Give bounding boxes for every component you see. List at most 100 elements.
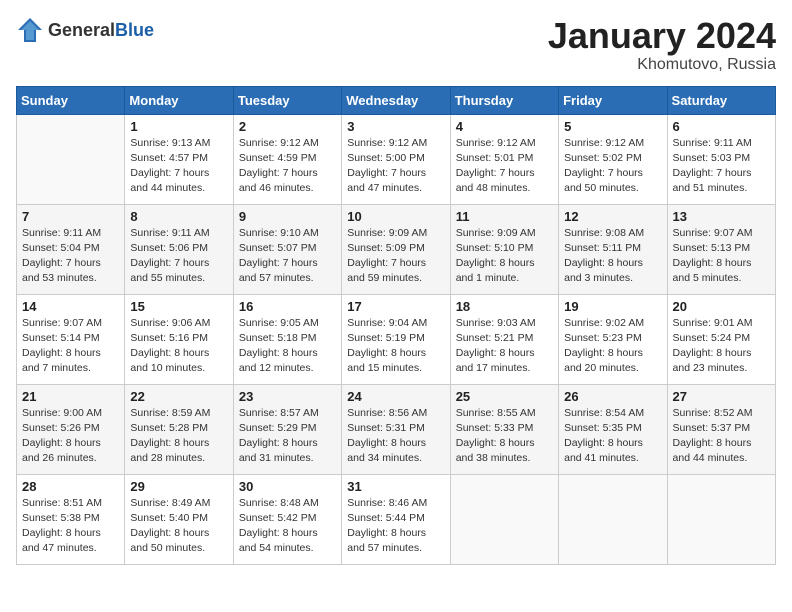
day-info: Sunrise: 9:11 AM Sunset: 5:04 PM Dayligh…	[22, 226, 119, 287]
day-info: Sunrise: 8:46 AM Sunset: 5:44 PM Dayligh…	[347, 496, 444, 557]
calendar-cell: 21Sunrise: 9:00 AM Sunset: 5:26 PM Dayli…	[17, 384, 125, 474]
calendar-cell: 24Sunrise: 8:56 AM Sunset: 5:31 PM Dayli…	[342, 384, 450, 474]
day-number: 11	[456, 209, 553, 224]
calendar-cell: 22Sunrise: 8:59 AM Sunset: 5:28 PM Dayli…	[125, 384, 233, 474]
day-info: Sunrise: 8:48 AM Sunset: 5:42 PM Dayligh…	[239, 496, 336, 557]
day-number: 21	[22, 389, 119, 404]
day-info: Sunrise: 9:12 AM Sunset: 5:02 PM Dayligh…	[564, 136, 661, 197]
day-info: Sunrise: 8:52 AM Sunset: 5:37 PM Dayligh…	[673, 406, 770, 467]
logo: GeneralBlue	[16, 16, 154, 44]
title-block: January 2024 Khomutovo, Russia	[548, 16, 776, 74]
calendar-cell: 3 Sunrise: 9:12 AM Sunset: 5:00 PM Daylig…	[342, 114, 450, 204]
calendar-header: SundayMondayTuesdayWednesdayThursdayFrid…	[17, 86, 776, 114]
calendar-week-row: 28 Sunrise: 8:51 AM Sunset: 5:38 PM Dayli…	[17, 474, 776, 564]
logo-icon	[16, 16, 44, 44]
calendar-cell	[450, 474, 558, 564]
calendar-cell: 30 Sunrise: 8:48 AM Sunset: 5:42 PM Dayli…	[233, 474, 341, 564]
calendar-cell	[559, 474, 667, 564]
day-number: 24	[347, 389, 444, 404]
calendar-cell	[667, 474, 775, 564]
calendar-week-row: 7 Sunrise: 9:11 AM Sunset: 5:04 PM Daylig…	[17, 204, 776, 294]
calendar-cell: 13Sunrise: 9:07 AM Sunset: 5:13 PM Dayli…	[667, 204, 775, 294]
day-info: Sunrise: 8:54 AM Sunset: 5:35 PM Dayligh…	[564, 406, 661, 467]
calendar-cell: 7 Sunrise: 9:11 AM Sunset: 5:04 PM Daylig…	[17, 204, 125, 294]
day-info: Sunrise: 9:12 AM Sunset: 5:00 PM Dayligh…	[347, 136, 444, 197]
day-info: Sunrise: 8:57 AM Sunset: 5:29 PM Dayligh…	[239, 406, 336, 467]
weekday-header-monday: Monday	[125, 86, 233, 114]
day-number: 7	[22, 209, 119, 224]
calendar-cell: 27 Sunrise: 8:52 AM Sunset: 5:37 PM Dayli…	[667, 384, 775, 474]
day-number: 30	[239, 479, 336, 494]
weekday-header-saturday: Saturday	[667, 86, 775, 114]
day-info: Sunrise: 9:07 AM Sunset: 5:14 PM Dayligh…	[22, 316, 119, 377]
day-number: 31	[347, 479, 444, 494]
day-number: 14	[22, 299, 119, 314]
day-number: 17	[347, 299, 444, 314]
day-info: Sunrise: 9:01 AM Sunset: 5:24 PM Dayligh…	[673, 316, 770, 377]
day-number: 5	[564, 119, 661, 134]
day-info: Sunrise: 9:09 AM Sunset: 5:09 PM Dayligh…	[347, 226, 444, 287]
calendar-cell: 15 Sunrise: 9:06 AM Sunset: 5:16 PM Dayli…	[125, 294, 233, 384]
calendar-cell: 12 Sunrise: 9:08 AM Sunset: 5:11 PM Dayli…	[559, 204, 667, 294]
day-number: 10	[347, 209, 444, 224]
day-number: 28	[22, 479, 119, 494]
day-number: 3	[347, 119, 444, 134]
day-info: Sunrise: 9:12 AM Sunset: 4:59 PM Dayligh…	[239, 136, 336, 197]
day-info: Sunrise: 8:55 AM Sunset: 5:33 PM Dayligh…	[456, 406, 553, 467]
calendar-cell: 29Sunrise: 8:49 AM Sunset: 5:40 PM Dayli…	[125, 474, 233, 564]
calendar-cell: 4Sunrise: 9:12 AM Sunset: 5:01 PM Daylig…	[450, 114, 558, 204]
calendar-cell: 23 Sunrise: 8:57 AM Sunset: 5:29 PM Dayli…	[233, 384, 341, 474]
day-info: Sunrise: 9:11 AM Sunset: 5:03 PM Dayligh…	[673, 136, 770, 197]
day-number: 15	[130, 299, 227, 314]
calendar-subtitle: Khomutovo, Russia	[548, 56, 776, 74]
logo-text-blue: Blue	[115, 20, 154, 40]
day-number: 22	[130, 389, 227, 404]
calendar-title: January 2024	[548, 16, 776, 56]
day-info: Sunrise: 9:09 AM Sunset: 5:10 PM Dayligh…	[456, 226, 553, 287]
weekday-header-wednesday: Wednesday	[342, 86, 450, 114]
day-number: 20	[673, 299, 770, 314]
day-info: Sunrise: 9:06 AM Sunset: 5:16 PM Dayligh…	[130, 316, 227, 377]
calendar-cell: 6 Sunrise: 9:11 AM Sunset: 5:03 PM Daylig…	[667, 114, 775, 204]
day-number: 6	[673, 119, 770, 134]
calendar-week-row: 14 Sunrise: 9:07 AM Sunset: 5:14 PM Dayli…	[17, 294, 776, 384]
day-number: 18	[456, 299, 553, 314]
calendar-cell: 25 Sunrise: 8:55 AM Sunset: 5:33 PM Dayli…	[450, 384, 558, 474]
calendar-cell: 5 Sunrise: 9:12 AM Sunset: 5:02 PM Daylig…	[559, 114, 667, 204]
day-number: 8	[130, 209, 227, 224]
day-number: 12	[564, 209, 661, 224]
day-number: 26	[564, 389, 661, 404]
day-info: Sunrise: 9:02 AM Sunset: 5:23 PM Dayligh…	[564, 316, 661, 377]
weekday-header-thursday: Thursday	[450, 86, 558, 114]
day-info: Sunrise: 9:03 AM Sunset: 5:21 PM Dayligh…	[456, 316, 553, 377]
calendar-cell: 9 Sunrise: 9:10 AM Sunset: 5:07 PM Daylig…	[233, 204, 341, 294]
calendar-cell: 11 Sunrise: 9:09 AM Sunset: 5:10 PM Dayli…	[450, 204, 558, 294]
calendar-cell: 16Sunrise: 9:05 AM Sunset: 5:18 PM Dayli…	[233, 294, 341, 384]
day-info: Sunrise: 9:11 AM Sunset: 5:06 PM Dayligh…	[130, 226, 227, 287]
day-number: 9	[239, 209, 336, 224]
day-number: 1	[130, 119, 227, 134]
calendar-table: SundayMondayTuesdayWednesdayThursdayFrid…	[16, 86, 776, 565]
calendar-cell: 18 Sunrise: 9:03 AM Sunset: 5:21 PM Dayli…	[450, 294, 558, 384]
day-number: 25	[456, 389, 553, 404]
page-header: GeneralBlue January 2024 Khomutovo, Russ…	[16, 16, 776, 74]
logo-text-general: General	[48, 20, 115, 40]
day-number: 27	[673, 389, 770, 404]
day-info: Sunrise: 9:08 AM Sunset: 5:11 PM Dayligh…	[564, 226, 661, 287]
calendar-cell: 10 Sunrise: 9:09 AM Sunset: 5:09 PM Dayli…	[342, 204, 450, 294]
calendar-cell: 8 Sunrise: 9:11 AM Sunset: 5:06 PM Daylig…	[125, 204, 233, 294]
day-info: Sunrise: 8:51 AM Sunset: 5:38 PM Dayligh…	[22, 496, 119, 557]
day-number: 4	[456, 119, 553, 134]
weekday-header-sunday: Sunday	[17, 86, 125, 114]
day-info: Sunrise: 9:10 AM Sunset: 5:07 PM Dayligh…	[239, 226, 336, 287]
day-number: 23	[239, 389, 336, 404]
day-info: Sunrise: 9:13 AM Sunset: 4:57 PM Dayligh…	[130, 136, 227, 197]
day-number: 19	[564, 299, 661, 314]
day-info: Sunrise: 9:04 AM Sunset: 5:19 PM Dayligh…	[347, 316, 444, 377]
calendar-cell: 1 Sunrise: 9:13 AM Sunset: 4:57 PM Daylig…	[125, 114, 233, 204]
day-number: 29	[130, 479, 227, 494]
calendar-cell: 17 Sunrise: 9:04 AM Sunset: 5:19 PM Dayli…	[342, 294, 450, 384]
calendar-body: 1 Sunrise: 9:13 AM Sunset: 4:57 PM Daylig…	[17, 114, 776, 564]
calendar-week-row: 21Sunrise: 9:00 AM Sunset: 5:26 PM Dayli…	[17, 384, 776, 474]
day-info: Sunrise: 9:05 AM Sunset: 5:18 PM Dayligh…	[239, 316, 336, 377]
